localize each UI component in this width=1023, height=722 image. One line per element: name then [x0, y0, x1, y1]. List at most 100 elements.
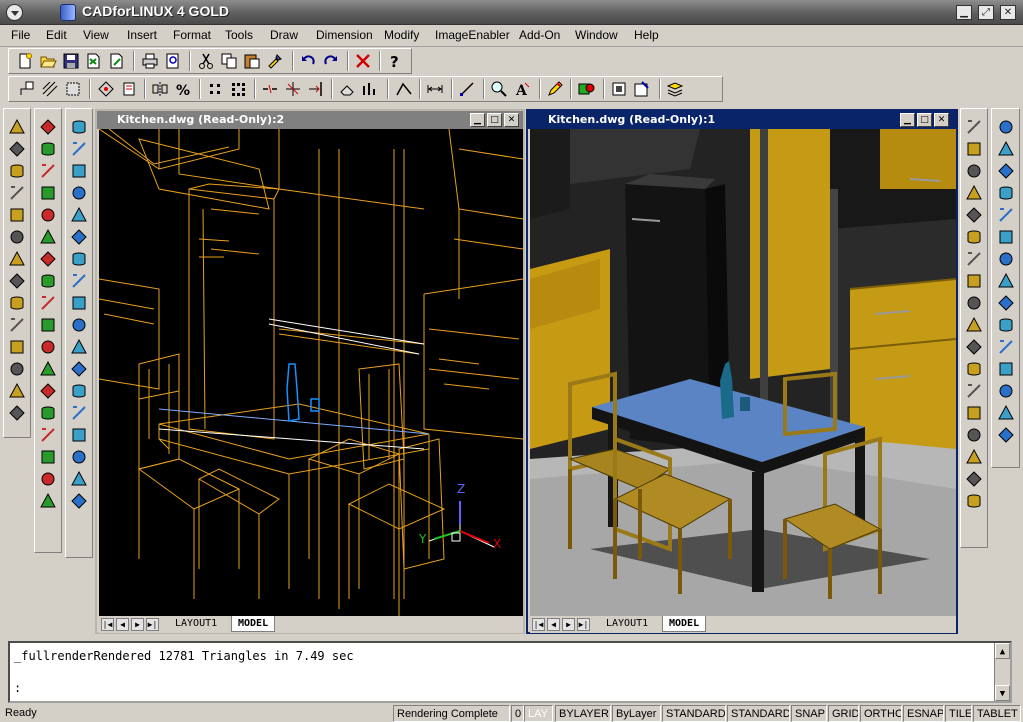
tool-line-icon[interactable] [39, 162, 57, 180]
match-properties-icon[interactable] [266, 52, 284, 70]
properties-icon[interactable] [633, 80, 651, 98]
print-icon[interactable] [141, 52, 159, 70]
open-icon[interactable] [39, 52, 57, 70]
tool-line-icon[interactable] [8, 316, 26, 334]
tool-box-icon[interactable] [39, 448, 57, 466]
tool-cyl-icon[interactable] [39, 140, 57, 158]
tool-cyl-icon[interactable] [70, 250, 88, 268]
paste-icon[interactable] [243, 52, 261, 70]
tool-tri-icon[interactable] [8, 382, 26, 400]
point-grid-icon[interactable] [206, 80, 224, 98]
viewport-maximize-icon[interactable]: □ [917, 113, 932, 127]
tool-tri-icon[interactable] [997, 140, 1015, 158]
tool-circle-icon[interactable] [965, 426, 983, 444]
status-esnap[interactable]: ESNAP [903, 705, 944, 722]
menu-dimension[interactable]: Dimension [316, 28, 373, 42]
tool-box-icon[interactable] [70, 426, 88, 444]
menu-draw[interactable]: Draw [270, 28, 298, 42]
tool-circle-icon[interactable] [39, 470, 57, 488]
tool-cyl-icon[interactable] [997, 184, 1015, 202]
tool-box-icon[interactable] [997, 360, 1015, 378]
menu-add-on[interactable]: Add-On [519, 28, 560, 42]
command-window[interactable]: _fullrenderRendered 12781 Triangles in 7… [8, 641, 1012, 703]
break-icon[interactable] [261, 80, 279, 98]
menu-view[interactable]: View [83, 28, 109, 42]
tool-box-icon[interactable] [39, 184, 57, 202]
next-tab-icon[interactable]: ▶ [562, 618, 575, 631]
viewport-close-icon[interactable]: ✕ [504, 113, 519, 127]
viewport-close-icon[interactable]: ✕ [934, 113, 949, 127]
tool-diamond-icon[interactable] [997, 162, 1015, 180]
save-drawing-icon[interactable] [108, 52, 126, 70]
tool-box-icon[interactable] [965, 140, 983, 158]
tool-cyl-icon[interactable] [997, 316, 1015, 334]
window-menu-icon[interactable] [6, 4, 23, 21]
tool-circle-icon[interactable] [997, 118, 1015, 136]
tool-cyl-icon[interactable] [8, 162, 26, 180]
mirror-icon[interactable] [151, 80, 169, 98]
last-tab-icon[interactable]: ▶| [577, 618, 590, 631]
render-icon[interactable] [577, 80, 595, 98]
tool-circle-icon[interactable] [70, 316, 88, 334]
tool-cyl-icon[interactable] [39, 272, 57, 290]
tool-diamond-icon[interactable] [965, 206, 983, 224]
status-color[interactable]: BYLAYER [555, 705, 611, 722]
tool-circle-icon[interactable] [965, 162, 983, 180]
new-icon[interactable] [16, 52, 34, 70]
close-icon[interactable]: ✕ [1000, 5, 1016, 20]
tool-cyl-icon[interactable] [965, 228, 983, 246]
distance-icon[interactable] [361, 80, 379, 98]
tool-box-icon[interactable] [965, 272, 983, 290]
zoom-icon[interactable] [490, 80, 508, 98]
viewport-window-wireframe[interactable]: Kitchen.dwg (Read-Only):2 ▁ □ ✕ Z X Y |◀… [95, 109, 525, 634]
status-lay[interactable]: LAY [524, 705, 553, 722]
tool-line-icon[interactable] [70, 272, 88, 290]
status-grid[interactable]: GRID [828, 705, 859, 722]
percent-icon[interactable]: % [174, 80, 192, 98]
status-tile[interactable]: TILE [945, 705, 972, 722]
status-linetype[interactable]: ByLayer [612, 705, 661, 722]
menu-file[interactable]: File [11, 28, 30, 42]
text-style-icon[interactable]: A [513, 80, 531, 98]
rendered-canvas[interactable] [530, 129, 956, 616]
array-icon[interactable] [229, 80, 247, 98]
menu-imageenabler[interactable]: ImageEnabler [435, 28, 510, 42]
tool-tri-icon[interactable] [70, 206, 88, 224]
tool-line-icon[interactable] [965, 382, 983, 400]
open-drawing-icon[interactable] [85, 52, 103, 70]
tool-diamond-icon[interactable] [8, 404, 26, 422]
menu-modify[interactable]: Modify [384, 28, 419, 42]
maximize-icon[interactable]: ⤢ [978, 5, 994, 20]
tool-box-icon[interactable] [70, 162, 88, 180]
layer-icon[interactable] [666, 80, 684, 98]
viewport-title[interactable]: Kitchen.dwg (Read-Only):1 [528, 111, 956, 129]
clip-icon[interactable] [120, 80, 138, 98]
tool-box-icon[interactable] [70, 294, 88, 312]
menu-help[interactable]: Help [634, 28, 659, 42]
tool-line-icon[interactable] [997, 338, 1015, 356]
minimize-icon[interactable]: ▁ [956, 5, 972, 20]
tool-line-icon[interactable] [70, 404, 88, 422]
save-icon[interactable] [62, 52, 80, 70]
cut-icon[interactable] [197, 52, 215, 70]
eraser-icon[interactable] [338, 80, 356, 98]
tool-circle-icon[interactable] [70, 448, 88, 466]
cancel-icon[interactable] [354, 52, 372, 70]
menu-insert[interactable]: Insert [127, 28, 157, 42]
tool-line-icon[interactable] [70, 140, 88, 158]
tool-line-icon[interactable] [965, 118, 983, 136]
tool-tri-icon[interactable] [39, 360, 57, 378]
command-prompt[interactable]: : [14, 681, 21, 695]
tool-tri-icon[interactable] [39, 228, 57, 246]
redo-icon[interactable] [322, 52, 340, 70]
status-layer[interactable]: 0 [511, 705, 524, 722]
tool-circle-icon[interactable] [8, 360, 26, 378]
copy-icon[interactable] [220, 52, 238, 70]
prev-tab-icon[interactable]: ◀ [116, 618, 129, 631]
tool-circle-icon[interactable] [8, 228, 26, 246]
status-snap[interactable]: SNAP [791, 705, 827, 722]
first-tab-icon[interactable]: |◀ [101, 618, 114, 631]
menu-format[interactable]: Format [173, 28, 211, 42]
tool-tri-icon[interactable] [997, 272, 1015, 290]
menu-edit[interactable]: Edit [46, 28, 67, 42]
